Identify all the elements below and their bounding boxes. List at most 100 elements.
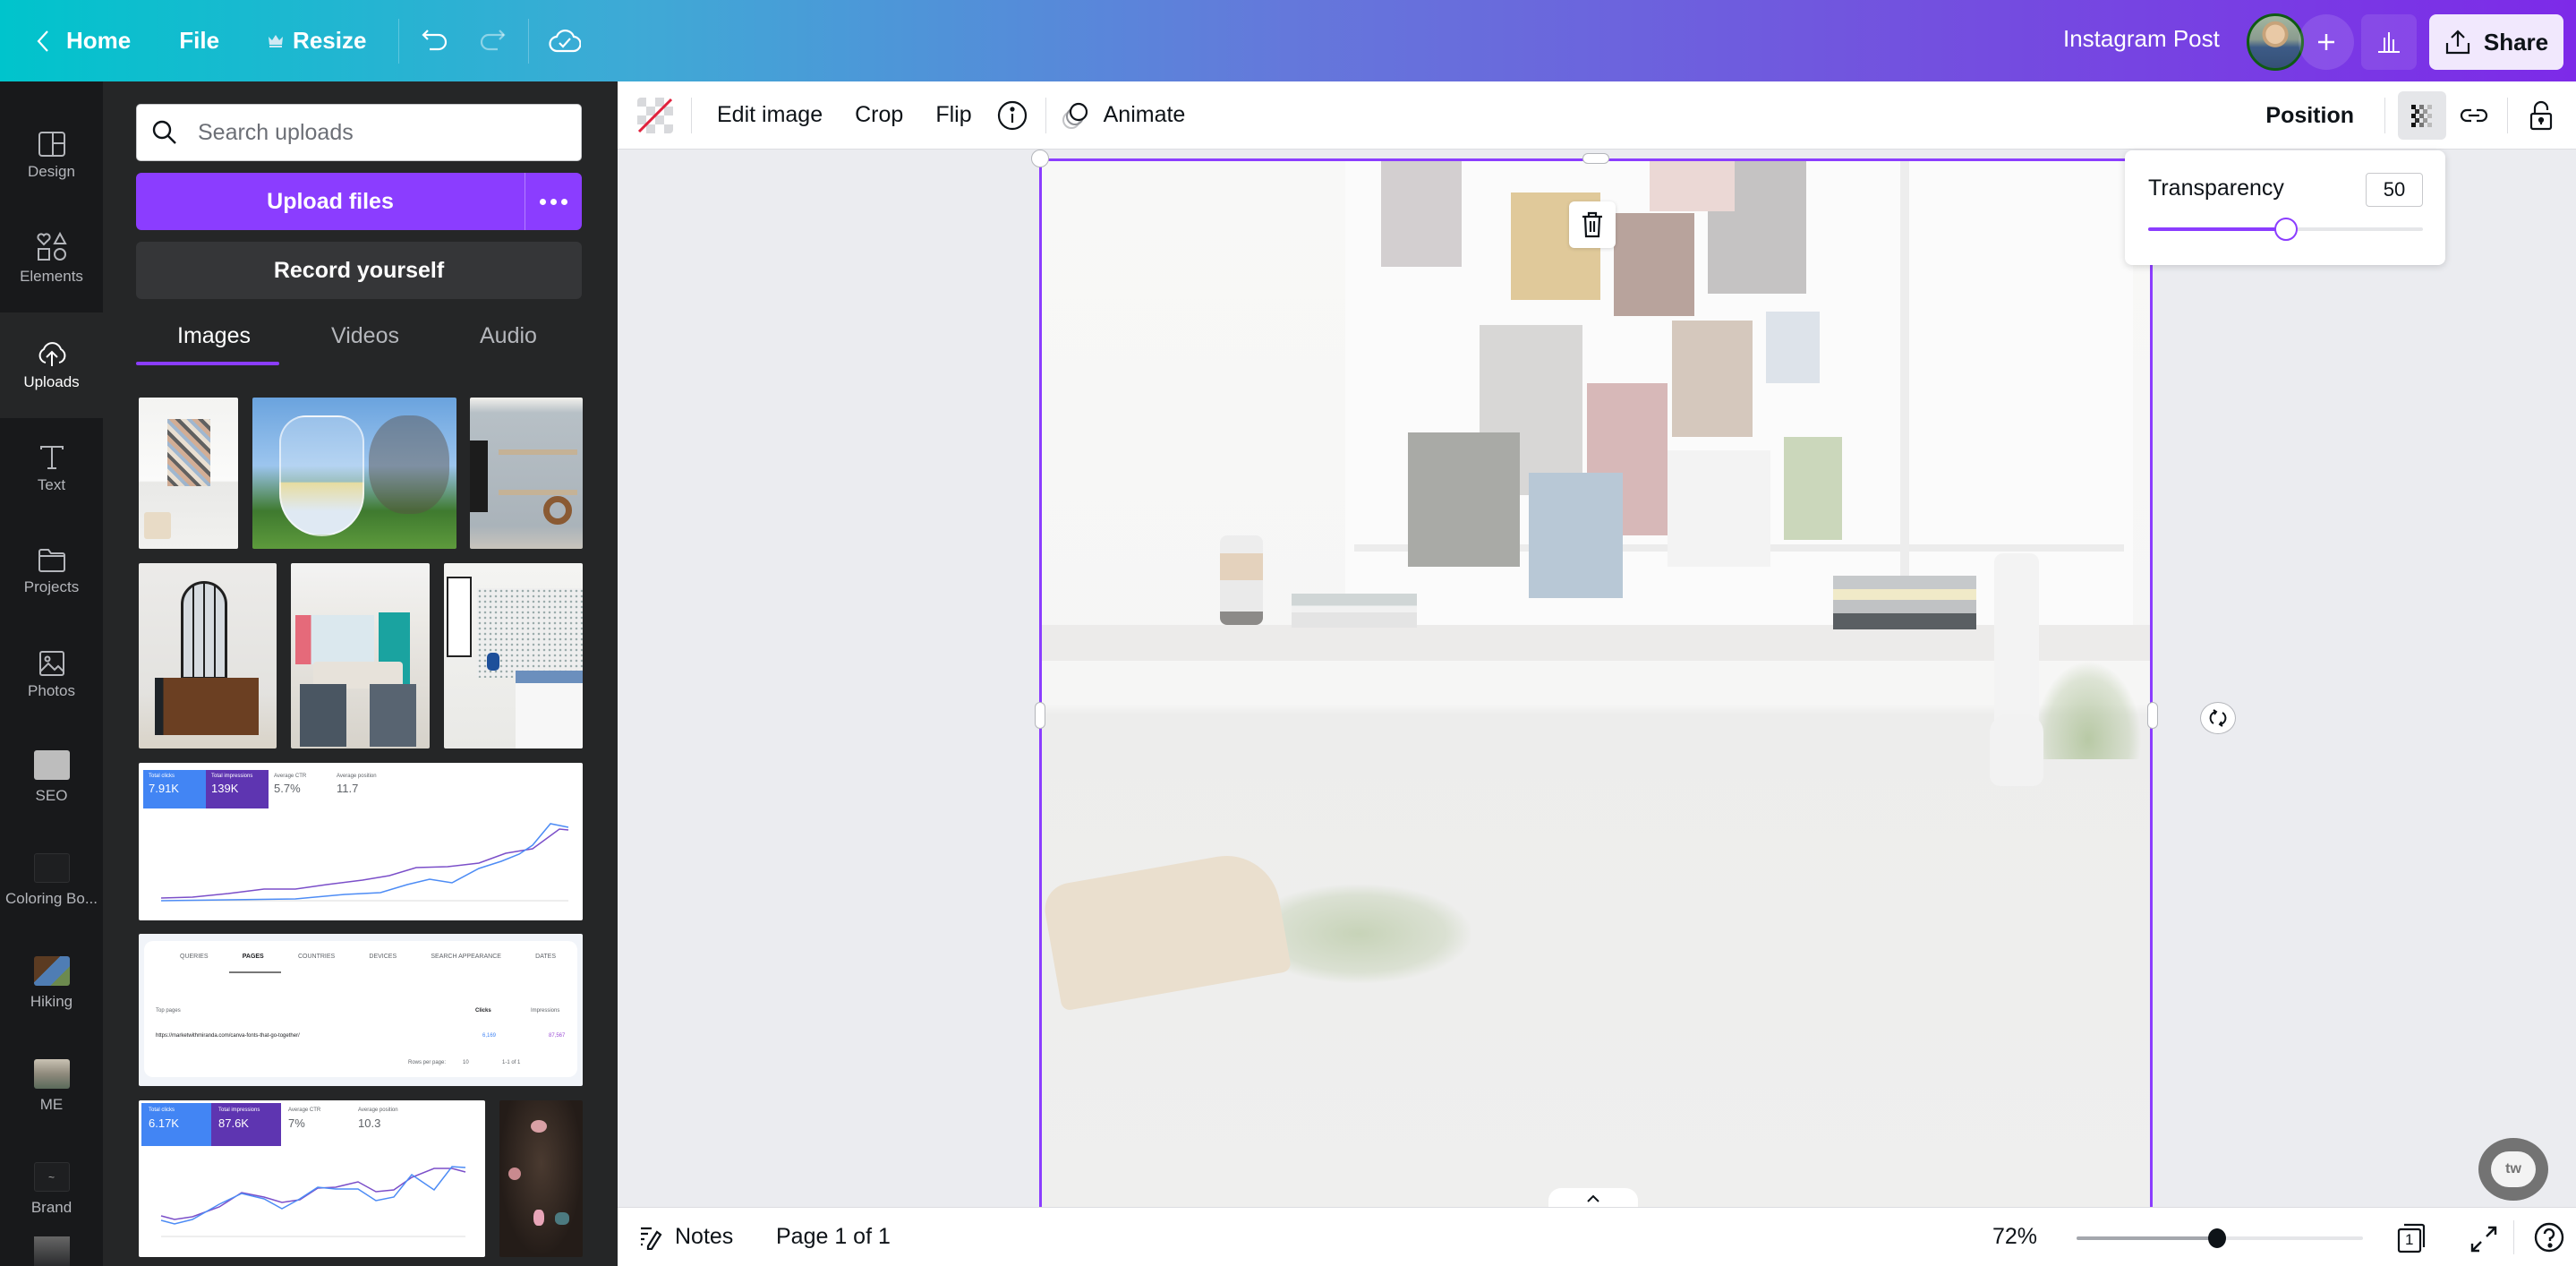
save-status-button[interactable] bbox=[536, 14, 593, 68]
rail-item-photos[interactable]: Photos bbox=[0, 623, 103, 726]
header-divider bbox=[528, 18, 530, 64]
share-button[interactable]: Share bbox=[2429, 14, 2563, 70]
search-icon bbox=[152, 120, 176, 144]
thumbnail-sticker bbox=[508, 1168, 521, 1180]
info-button[interactable] bbox=[988, 91, 1036, 140]
row-page: https://marketwithmiranda.com/canva-font… bbox=[156, 1033, 300, 1039]
zoom-slider-thumb[interactable] bbox=[2207, 1228, 2226, 1248]
thumbnail-art bbox=[470, 441, 488, 512]
rail-item-label: Elements bbox=[20, 267, 83, 285]
upload-files-button[interactable]: Upload files bbox=[136, 173, 525, 230]
rail-item-seo[interactable]: SEO bbox=[0, 726, 103, 829]
rail-item-design[interactable]: Design bbox=[0, 104, 103, 207]
rail-item-coloring-book[interactable]: Coloring Bo... bbox=[0, 829, 103, 932]
page-grid-button[interactable]: 1 bbox=[2395, 1222, 2429, 1254]
resize-handle-left[interactable] bbox=[1035, 702, 1045, 729]
file-button[interactable]: File bbox=[161, 14, 237, 68]
transparency-value-input[interactable]: 50 bbox=[2366, 173, 2423, 207]
notes-button[interactable]: Notes bbox=[639, 1224, 733, 1250]
upload-thumbnail-search-console-2[interactable]: Total clicks 6.17K Total impressions 87.… bbox=[139, 1100, 485, 1257]
thumbnail-sticker bbox=[531, 1120, 547, 1133]
resize-handle-top[interactable] bbox=[1582, 153, 1609, 164]
lock-button[interactable] bbox=[2517, 91, 2565, 140]
record-yourself-button[interactable]: Record yourself bbox=[136, 242, 582, 299]
fullscreen-button[interactable] bbox=[2469, 1224, 2499, 1254]
active-tab-indicator bbox=[136, 362, 279, 365]
background-color-button[interactable] bbox=[637, 97, 673, 133]
transparency-slider-thumb[interactable] bbox=[2273, 218, 2298, 241]
undo-button[interactable] bbox=[406, 14, 464, 68]
thumbnail-shelf bbox=[499, 490, 577, 495]
link-icon bbox=[2460, 108, 2488, 123]
rail-item-hiking[interactable]: Hiking bbox=[0, 932, 103, 1035]
cloud-check-icon bbox=[549, 29, 582, 52]
photo-vase bbox=[1990, 714, 2043, 786]
redo-button[interactable] bbox=[464, 14, 521, 68]
search-input[interactable] bbox=[198, 119, 556, 146]
tab-images[interactable]: Images bbox=[177, 323, 251, 349]
resize-handle-top-left[interactable] bbox=[1031, 150, 1049, 167]
upload-thumbnail-bedroom[interactable] bbox=[444, 563, 583, 748]
design-title[interactable]: Instagram Post bbox=[2063, 25, 2220, 53]
me-folder-thumbnail bbox=[33, 1059, 70, 1089]
rotate-handle[interactable] bbox=[2200, 702, 2236, 734]
crop-button[interactable]: Crop bbox=[839, 91, 919, 140]
upload-thumbnail-sticker-search[interactable] bbox=[499, 1100, 583, 1257]
rail-item-uploads[interactable]: Uploads bbox=[0, 312, 103, 418]
tab-videos[interactable]: Videos bbox=[331, 323, 399, 349]
upload-thumbnail-shelves[interactable] bbox=[470, 398, 583, 549]
flip-button[interactable]: Flip bbox=[919, 91, 987, 140]
insights-button[interactable] bbox=[2361, 14, 2417, 70]
zoom-level-button[interactable]: 72% bbox=[1992, 1224, 2037, 1250]
add-collaborator-button[interactable] bbox=[2299, 14, 2354, 70]
toolbar-divider bbox=[2384, 98, 2385, 133]
resize-handle-right[interactable] bbox=[2147, 702, 2158, 729]
selected-photo[interactable] bbox=[1041, 159, 2151, 1207]
thumbnail-bed bbox=[516, 671, 583, 748]
design-canvas[interactable] bbox=[1041, 159, 2151, 1207]
animate-button[interactable]: Animate bbox=[1055, 91, 1202, 140]
thumbnail-console bbox=[155, 678, 259, 735]
transparency-button[interactable] bbox=[2398, 91, 2446, 140]
home-button[interactable]: Home bbox=[18, 14, 149, 68]
text-icon bbox=[39, 445, 64, 469]
redo-icon bbox=[481, 29, 506, 50]
delete-element-button[interactable] bbox=[1569, 201, 1616, 248]
collage-card bbox=[1381, 159, 1462, 267]
upload-thumbnail-wine-glass[interactable] bbox=[252, 398, 456, 549]
help-assistant-button[interactable]: tw bbox=[2478, 1138, 2548, 1201]
upload-thumbnail-moodboard-window[interactable] bbox=[139, 398, 238, 549]
zoom-slider[interactable] bbox=[2077, 1228, 2363, 1248]
rail-item-label: SEO bbox=[35, 787, 68, 804]
rail-item-elements[interactable]: Elements bbox=[0, 207, 103, 310]
toolbar-divider bbox=[691, 97, 692, 133]
search-box[interactable] bbox=[136, 104, 582, 161]
user-avatar[interactable] bbox=[2247, 13, 2304, 71]
transparency-slider[interactable] bbox=[2148, 218, 2423, 241]
upload-thumbnail-arched-mirror[interactable] bbox=[139, 563, 277, 748]
more-folder-thumbnail[interactable] bbox=[34, 1236, 70, 1266]
upload-thumbnail-search-console-pages[interactable]: QUERIES PAGES COUNTRIES DEVICES SEARCH A… bbox=[139, 934, 583, 1086]
edit-image-button[interactable]: Edit image bbox=[701, 91, 839, 140]
photo-blanket bbox=[1113, 965, 1292, 1207]
rail-item-label: Design bbox=[28, 162, 75, 180]
rail-item-brand[interactable]: ~ Brand bbox=[0, 1138, 103, 1241]
upload-thumbnail-search-console-1[interactable]: Total clicks 7.91K Total impressions 139… bbox=[139, 763, 583, 920]
link-button[interactable] bbox=[2450, 91, 2498, 140]
rail-item-me[interactable]: ME bbox=[0, 1035, 103, 1138]
pages-table-tab: DATES bbox=[535, 954, 556, 960]
thumbnail-sticker bbox=[555, 1212, 569, 1225]
position-button[interactable]: Position bbox=[2249, 91, 2370, 140]
thumbnail-blanket bbox=[144, 512, 171, 539]
resize-button[interactable]: Resize bbox=[250, 14, 384, 68]
tab-audio[interactable]: Audio bbox=[480, 323, 537, 349]
rail-item-text[interactable]: Text bbox=[0, 417, 103, 520]
collage-card bbox=[1668, 450, 1770, 567]
help-button[interactable] bbox=[2533, 1221, 2565, 1253]
upload-thumbnail-living-room[interactable] bbox=[291, 563, 430, 748]
photo-plant bbox=[2034, 661, 2142, 759]
rail-item-projects[interactable]: Projects bbox=[0, 520, 103, 623]
show-pages-button[interactable] bbox=[1548, 1188, 1638, 1207]
collage-card bbox=[1784, 437, 1842, 540]
upload-more-button[interactable] bbox=[525, 173, 582, 230]
